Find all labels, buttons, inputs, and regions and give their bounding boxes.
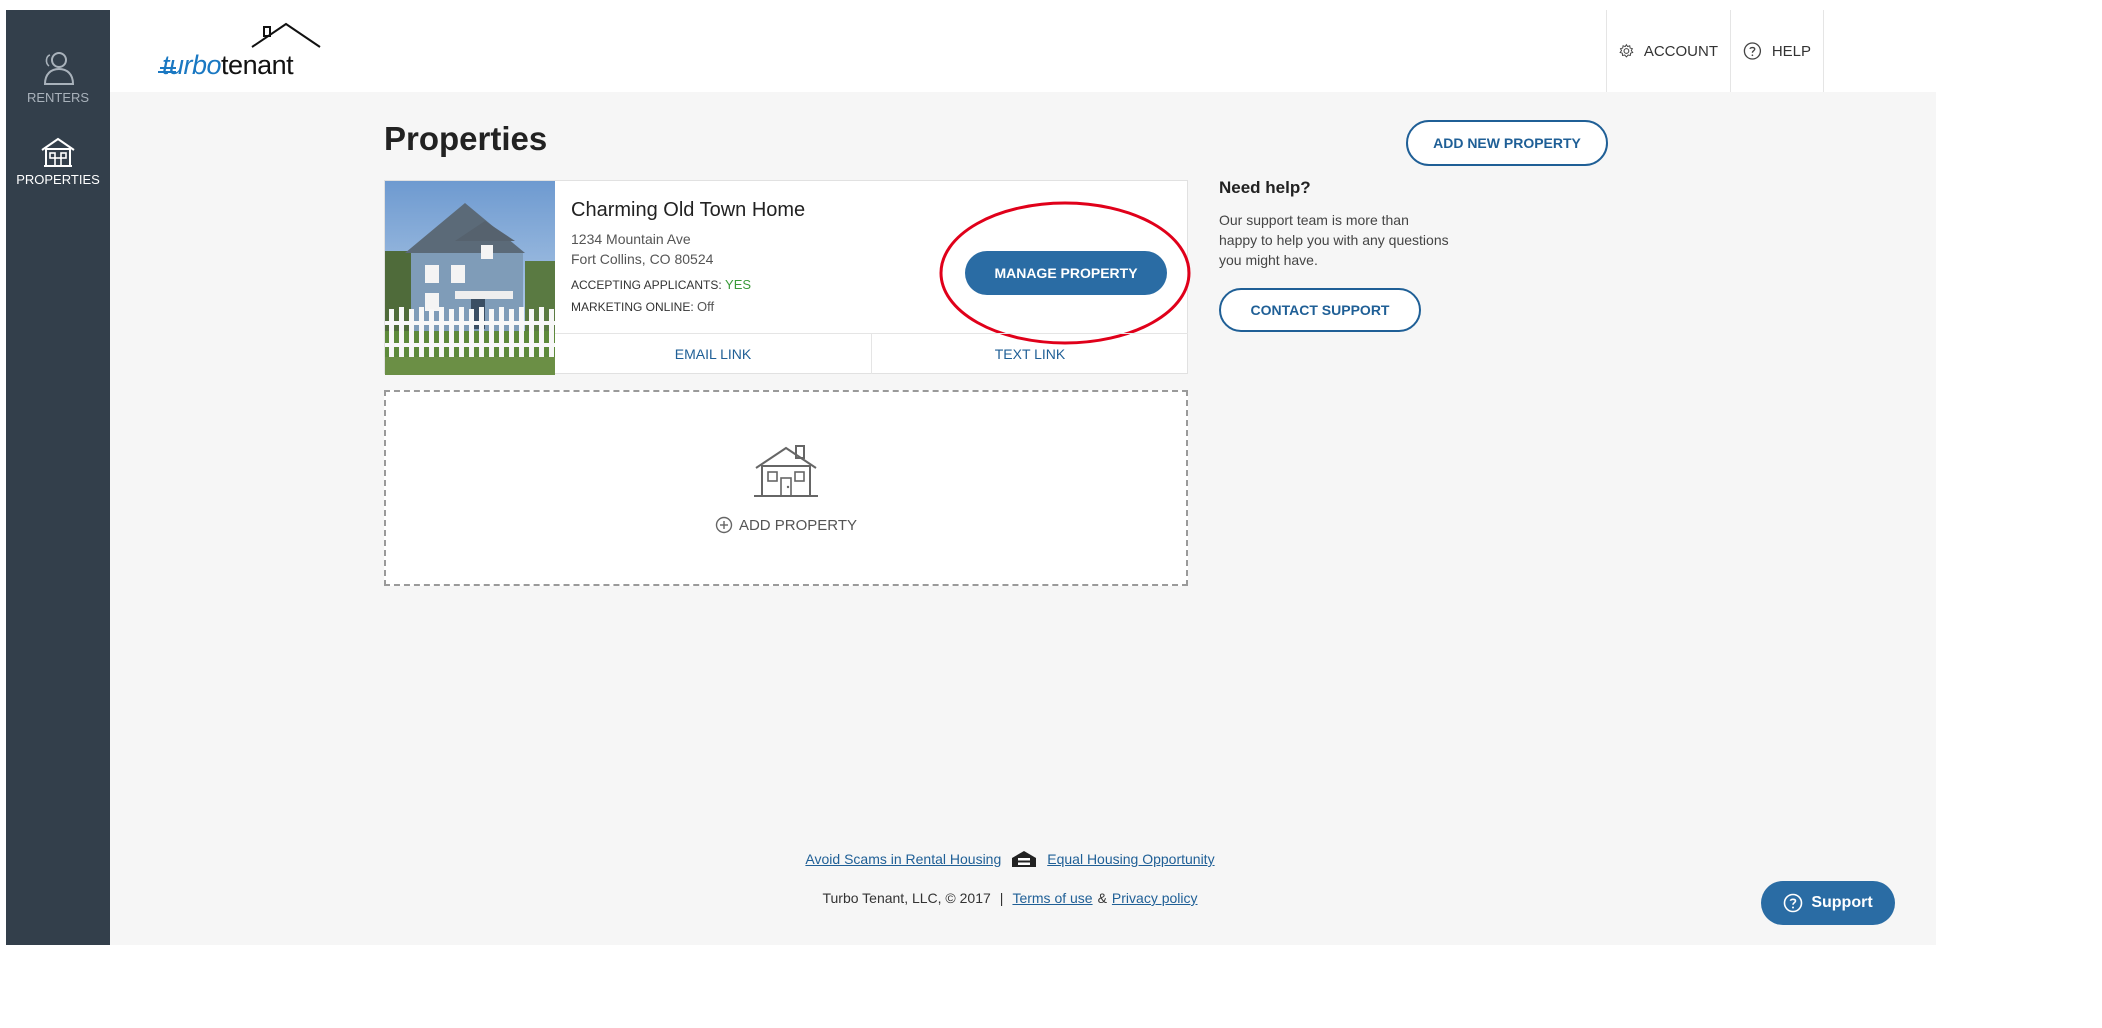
property-name: Charming Old Town Home xyxy=(571,199,806,221)
account-label: ACCOUNT xyxy=(1643,42,1718,60)
add-new-property-button[interactable]: ADD NEW PROPERTY xyxy=(1406,120,1608,166)
sidebar-item-renters[interactable]: RENTERS xyxy=(6,50,110,130)
avoid-scams-link[interactable]: Avoid Scams in Rental Housing xyxy=(805,851,1001,867)
logo-wordmark: turbotenant xyxy=(162,50,294,80)
property-address-line2: Fort Collins, CO 80524 xyxy=(571,251,714,267)
help-button[interactable]: HELP xyxy=(1730,10,1824,92)
accepting-applicants-value: YES xyxy=(725,277,752,292)
help-label: HELP xyxy=(1771,42,1811,60)
privacy-policy-link[interactable]: Privacy policy xyxy=(1112,890,1198,906)
sidebar-item-label: RENTERS xyxy=(26,90,90,105)
house-icon xyxy=(41,137,75,167)
question-circle-icon xyxy=(1784,893,1803,913)
users-icon xyxy=(43,52,75,85)
app-frame: RENTERS PROPERTIES turbotenant ACCOUNT H… xyxy=(6,10,1936,945)
contact-support-button[interactable]: CONTACT SUPPORT xyxy=(1219,288,1421,332)
house-outline-icon xyxy=(754,445,818,497)
sidebar-item-label: PROPERTIES xyxy=(16,172,100,187)
footer-links: Avoid Scams in Rental Housing Equal Hous… xyxy=(110,850,1910,868)
page-title: Properties xyxy=(384,120,548,157)
equal-housing-link[interactable]: Equal Housing Opportunity xyxy=(1047,851,1214,867)
add-property-label: ADD PROPERTY xyxy=(738,516,858,534)
sidebar-item-properties[interactable]: PROPERTIES xyxy=(6,136,110,216)
property-card: Charming Old Town Home 1234 Mountain Ave… xyxy=(384,180,1191,375)
gear-icon xyxy=(1619,43,1634,58)
roof-icon xyxy=(251,22,321,48)
sidebar: RENTERS PROPERTIES xyxy=(6,10,110,945)
manage-property-button[interactable]: MANAGE PROPERTY xyxy=(965,251,1167,295)
footer-legal: Turbo Tenant, LLC, © 2017 | Terms of use… xyxy=(110,890,1910,906)
footer-separator: | xyxy=(999,890,1004,906)
plus-circle-icon xyxy=(715,516,733,534)
help-panel-text: Our support team is more than happy to h… xyxy=(1219,212,1449,268)
marketing-online-label: MARKETING ONLINE: xyxy=(571,300,694,314)
copyright-text: Turbo Tenant, LLC, © 2017 xyxy=(822,890,991,906)
marketing-online-status: MARKETING ONLINE: Off xyxy=(571,299,714,314)
accepting-applicants-label: ACCEPTING APPLICANTS: xyxy=(571,278,722,292)
add-property-tile[interactable]: ADD PROPERTY xyxy=(384,390,1188,586)
equal-housing-icon xyxy=(1012,851,1037,867)
accepting-applicants-status: ACCEPTING APPLICANTS: YES xyxy=(571,277,751,292)
support-label: Support xyxy=(1811,894,1873,911)
question-circle-icon xyxy=(1743,42,1762,60)
share-links-row: EMAIL LINK TEXT LINK xyxy=(555,333,1188,374)
property-address-line1: 1234 Mountain Ave xyxy=(571,231,691,247)
terms-of-use-link[interactable]: Terms of use xyxy=(1012,890,1092,906)
top-header: turbotenant ACCOUNT HELP xyxy=(110,10,1936,92)
text-link-button[interactable]: TEXT LINK xyxy=(871,334,1188,374)
house-photo-image xyxy=(385,181,555,375)
turbotenant-logo[interactable]: turbotenant xyxy=(158,22,322,82)
property-photo[interactable] xyxy=(385,181,555,375)
add-property-label-row: ADD PROPERTY xyxy=(386,516,1186,534)
account-button[interactable]: ACCOUNT xyxy=(1606,10,1730,92)
email-link-button[interactable]: EMAIL LINK xyxy=(555,334,871,374)
support-chat-button[interactable]: Support xyxy=(1761,881,1895,925)
ampersand-text: & xyxy=(1097,890,1107,906)
marketing-online-value: Off xyxy=(697,299,715,314)
help-panel-title: Need help? xyxy=(1219,178,1311,197)
